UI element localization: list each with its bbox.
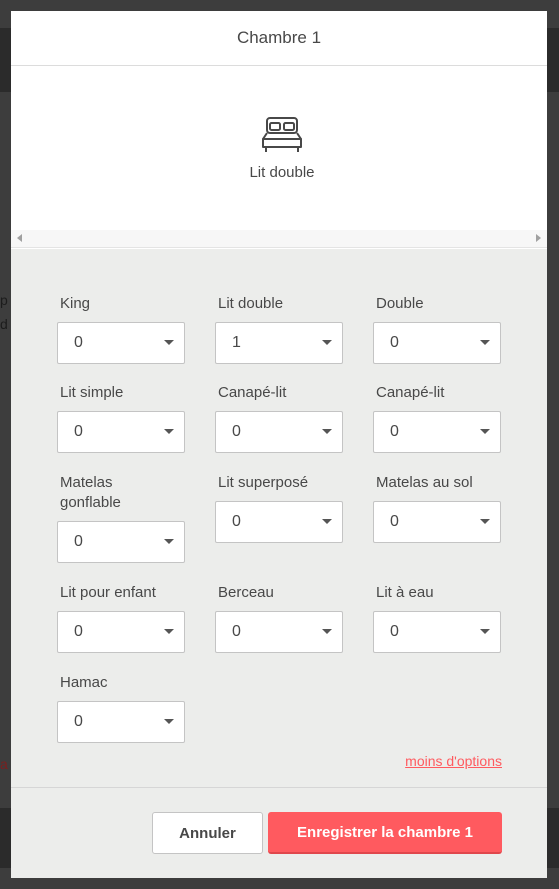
background-text-fragment: a [0, 756, 8, 772]
bed-option-field: Lit pour enfant 0 [57, 583, 185, 653]
bed-option-field: Canapé-lit 0 [215, 383, 343, 453]
bed-option-field: Lit superposé 0 [215, 473, 343, 543]
bed-count-select[interactable]: 0 [373, 501, 501, 543]
bed-option-field: Lit simple 0 [57, 383, 185, 453]
bed-option-field: Lit à eau 0 [373, 583, 501, 653]
bed-option-field: Hamac 0 [57, 673, 185, 743]
bed-option-field: Berceau 0 [215, 583, 343, 653]
modal-title: Chambre 1 [236, 28, 322, 47]
bed-count-select[interactable]: 0 [373, 411, 501, 453]
bed-count-select[interactable]: 0 [215, 501, 343, 543]
dropdown-caret-icon [164, 429, 174, 434]
bed-option-label: Matelas gonflable [60, 474, 121, 511]
modal-header: Chambre 1 [11, 11, 547, 66]
bed-option-label: Matelas au sol [376, 474, 473, 491]
bed-option-label: King [60, 295, 91, 312]
bed-option-field: Canapé-lit 0 [373, 383, 501, 453]
less-options-link[interactable]: moins d'options [405, 753, 502, 769]
bed-type-label: Lit double [249, 164, 315, 181]
dropdown-caret-icon [322, 429, 332, 434]
scroll-left-arrow-icon[interactable] [17, 234, 22, 242]
modal-footer: Annuler Enregistrer la chambre 1 [11, 787, 547, 878]
horizontal-scrollbar[interactable] [11, 230, 547, 248]
bed-option-label: Double [376, 295, 424, 312]
dropdown-caret-icon [322, 629, 332, 634]
dropdown-caret-icon [164, 719, 174, 724]
bed-option-label: Lit superposé [218, 474, 309, 491]
dropdown-caret-icon [480, 340, 490, 345]
bed-count-select[interactable]: 0 [57, 322, 185, 364]
bed-option-label: Berceau [218, 584, 274, 601]
dropdown-caret-icon [164, 340, 174, 345]
bed-option-field: King 0 [57, 294, 185, 364]
bed-option-label: Canapé-lit [376, 384, 445, 401]
dropdown-caret-icon [480, 429, 490, 434]
bed-option-label: Lit à eau [376, 584, 434, 601]
bed-option-field: Matelas gonflable 0 [57, 473, 185, 563]
bed-count-select[interactable]: 0 [57, 611, 185, 653]
bed-count-select[interactable]: 0 [57, 411, 185, 453]
bed-option-label: Lit simple [60, 384, 124, 401]
bed-options-panel: King 0 Lit double 1 Double 0 Lit simple … [11, 249, 547, 787]
bed-count-select[interactable]: 0 [57, 701, 185, 743]
background-text-fragment: p [0, 292, 8, 308]
dropdown-caret-icon [322, 340, 332, 345]
scroll-right-arrow-icon[interactable] [536, 234, 541, 242]
dropdown-caret-icon [164, 629, 174, 634]
bed-count-select[interactable]: 0 [215, 411, 343, 453]
dropdown-caret-icon [322, 519, 332, 524]
bed-count-select[interactable]: 0 [373, 611, 501, 653]
bed-option-label: Lit pour enfant [60, 584, 156, 601]
bed-count-select[interactable]: 0 [215, 611, 343, 653]
dropdown-caret-icon [480, 629, 490, 634]
bed-option-label: Hamac [60, 674, 108, 691]
bed-option-label: Canapé-lit [218, 384, 287, 401]
bed-option-field: Matelas au sol 0 [373, 473, 501, 543]
bed-option-field: Lit double 1 [215, 294, 343, 364]
double-bed-icon [260, 115, 304, 155]
bed-type-card[interactable]: Lit double [249, 115, 315, 182]
dropdown-caret-icon [480, 519, 490, 524]
bed-count-select[interactable]: 0 [373, 322, 501, 364]
bed-count-select[interactable]: 1 [215, 322, 343, 364]
bed-count-select[interactable]: 0 [57, 521, 185, 563]
save-bedroom-button[interactable]: Enregistrer la chambre 1 [268, 812, 502, 854]
bed-option-label: Lit double [218, 295, 284, 312]
dropdown-caret-icon [164, 539, 174, 544]
bed-option-field: Double 0 [373, 294, 501, 364]
bedroom-modal: Chambre 1 Lit double King 0 Lit double 1… [11, 11, 547, 878]
background-text-fragment: d [0, 316, 8, 332]
cancel-button[interactable]: Annuler [152, 812, 263, 854]
